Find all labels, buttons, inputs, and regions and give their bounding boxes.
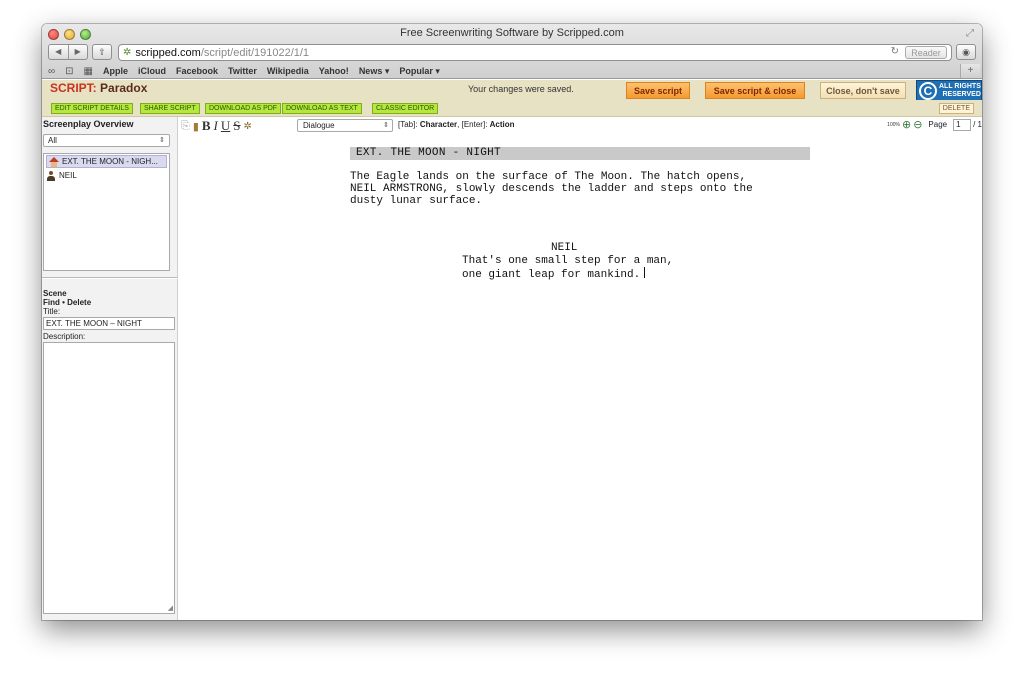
list-item-label: NEIL xyxy=(59,171,77,180)
dialogue-block[interactable]: That's one small step for a man, one gia… xyxy=(462,255,673,281)
reader-button[interactable]: Reader xyxy=(905,46,947,59)
script-editor[interactable]: EXT. THE MOON - NIGHT The Eagle lands on… xyxy=(179,134,982,620)
resize-grip-icon[interactable]: ◢ xyxy=(168,604,173,612)
keyboard-hint: [Tab]: Character, [Enter]: Action xyxy=(398,120,515,129)
paste-icon[interactable]: ▮ xyxy=(193,120,199,133)
bookmark-yahoo[interactable]: Yahoo! xyxy=(319,66,349,76)
description-label: Description: xyxy=(43,332,86,341)
person-icon xyxy=(46,170,56,181)
scene-heading-line[interactable]: EXT. THE MOON - NIGHT xyxy=(350,147,810,160)
bold-icon[interactable]: B xyxy=(202,118,211,134)
copyright-badge: C ALL RIGHTS RESERVED xyxy=(916,80,982,102)
browser-window: Free Screenwriting Software by Scripped.… xyxy=(42,24,982,620)
action-paragraph[interactable]: The Eagle lands on the surface of The Mo… xyxy=(350,171,820,207)
classic-editor-button[interactable]: CLASSIC EDITOR xyxy=(372,103,439,114)
scene-description-textarea[interactable]: ◢ xyxy=(43,342,175,614)
sidebar-divider[interactable] xyxy=(42,277,178,279)
nav-buttons: ◀ ▶ ⇪ xyxy=(48,44,112,60)
script-name: Paradox xyxy=(100,81,148,95)
saved-status: Your changes were saved. xyxy=(468,84,574,94)
format-icons: ⎘ ▮ B I U S ✲ xyxy=(181,118,252,134)
reload-icon[interactable]: ↻ xyxy=(891,46,899,57)
overview-filter-select[interactable]: All ⇕ xyxy=(43,134,170,147)
zoom-level: 100% xyxy=(887,121,900,128)
download-text-button[interactable]: DOWNLOAD AS TEXT xyxy=(282,103,362,114)
window-title: Free Screenwriting Software by Scripped.… xyxy=(400,27,624,39)
zoom-out-icon[interactable]: ⊖ xyxy=(913,118,922,131)
settings-gear-icon[interactable]: ✲ xyxy=(244,121,252,132)
zoom-in-icon[interactable]: ⊕ xyxy=(902,118,911,131)
reading-list-icon[interactable]: ∞ xyxy=(48,66,55,77)
share-icon[interactable]: ⇪ xyxy=(92,44,112,60)
screenplay-overview-sidebar: Screenplay Overview All ⇕ EXT. THE MOON … xyxy=(42,117,178,620)
address-bar[interactable]: ✲ scripped.com /script/edit/191022/1/1 ↻… xyxy=(118,44,952,61)
new-tab-plus-icon[interactable]: + xyxy=(960,64,980,78)
edit-script-details-button[interactable]: EDIT SCRIPT DETAILS xyxy=(51,103,133,114)
dialogue-text: That's one small step for a man, one gia… xyxy=(462,255,674,281)
bookmark-apple[interactable]: Apple xyxy=(103,66,128,76)
filter-value: All xyxy=(48,136,57,145)
character-name[interactable]: NEIL xyxy=(551,242,577,254)
script-label: SCRIPT: xyxy=(50,81,97,95)
list-item-character[interactable]: NEIL xyxy=(44,169,169,182)
scene-heading: Scene xyxy=(43,289,67,298)
select-arrows-icon: ⇕ xyxy=(383,122,389,129)
italic-icon[interactable]: I xyxy=(214,118,218,134)
scene-title-input[interactable]: EXT. THE MOON – NIGHT xyxy=(43,317,175,330)
list-item-scene[interactable]: EXT. THE MOON - NIGH... xyxy=(46,155,167,168)
title-label: Title: xyxy=(43,307,61,316)
bookmark-popular[interactable]: Popular ▾ xyxy=(399,66,440,77)
fullscreen-icon[interactable]: ⤢ xyxy=(966,28,974,39)
copyright-line2: RESERVED xyxy=(942,91,981,98)
site-favicon-icon: ✲ xyxy=(123,47,132,58)
copyright-icon: C xyxy=(919,82,937,100)
app-header: SCRIPT: Paradox Your changes were saved.… xyxy=(42,80,982,102)
page-number-input[interactable]: 1 xyxy=(953,118,972,131)
sidebar-title: Screenplay Overview xyxy=(43,119,134,129)
text-cursor xyxy=(644,267,646,278)
element-type-select[interactable]: Dialogue ⇕ xyxy=(297,119,393,132)
save-script-button[interactable]: Save script xyxy=(626,82,690,99)
url-domain: scripped.com xyxy=(135,46,201,59)
share-script-button[interactable]: SHARE SCRIPT xyxy=(140,103,200,114)
delete-script-button[interactable]: DELETE xyxy=(938,103,974,114)
scene-panel-header: Scene Find • Delete Title: xyxy=(43,289,92,316)
bookmark-news[interactable]: News ▾ xyxy=(359,66,390,77)
close-dont-save-button[interactable]: Close, don't save xyxy=(820,82,906,99)
copy-icon[interactable]: ⎘ xyxy=(181,120,190,133)
delete-link[interactable]: Delete xyxy=(67,298,91,307)
select-arrows-icon: ⇕ xyxy=(159,137,165,144)
save-and-close-button[interactable]: Save script & close xyxy=(705,82,805,99)
page-total: / 1 xyxy=(973,120,982,129)
editor-toolbar: ⎘ ▮ B I U S ✲ Dialogue ⇕ [Tab]: Characte… xyxy=(179,117,982,134)
forward-icon[interactable]: ▶ xyxy=(69,45,88,59)
house-icon xyxy=(49,156,59,167)
bookmarks-book-icon[interactable]: ⊡ xyxy=(65,66,73,77)
zoom-and-page: 100% ⊕ ⊖ Page 1 / 1 xyxy=(887,118,982,131)
find-link[interactable]: Find xyxy=(43,298,60,307)
strikethrough-icon[interactable]: S xyxy=(233,118,240,134)
underline-icon[interactable]: U xyxy=(221,118,230,134)
browser-chrome: Free Screenwriting Software by Scripped.… xyxy=(42,24,982,79)
element-type-value: Dialogue xyxy=(303,121,335,130)
back-icon[interactable]: ◀ xyxy=(49,45,69,59)
script-title: SCRIPT: Paradox xyxy=(50,81,147,95)
bookmark-twitter[interactable]: Twitter xyxy=(228,66,257,76)
copyright-line1: ALL RIGHTS xyxy=(939,83,981,90)
back-forward-buttons: ◀ ▶ xyxy=(48,44,88,60)
top-sites-grid-icon[interactable]: ▦ xyxy=(84,66,93,77)
download-pdf-button[interactable]: DOWNLOAD AS PDF xyxy=(205,103,282,114)
list-item-label: EXT. THE MOON - NIGH... xyxy=(62,157,158,166)
action-bar: EDIT SCRIPT DETAILS SHARE SCRIPT DOWNLOA… xyxy=(42,100,982,117)
downloads-icon[interactable]: ◉ xyxy=(956,44,976,60)
scene-list: EXT. THE MOON - NIGH... NEIL xyxy=(43,153,170,271)
bookmark-wikipedia[interactable]: Wikipedia xyxy=(267,66,309,76)
url-path: /script/edit/191022/1/1 xyxy=(200,46,310,59)
bookmark-icloud[interactable]: iCloud xyxy=(138,66,166,76)
bookmark-facebook[interactable]: Facebook xyxy=(176,66,218,76)
page-label: Page xyxy=(928,120,948,129)
bookmarks-bar: ∞ ⊡ ▦ Apple iCloud Facebook Twitter Wiki… xyxy=(48,64,440,78)
